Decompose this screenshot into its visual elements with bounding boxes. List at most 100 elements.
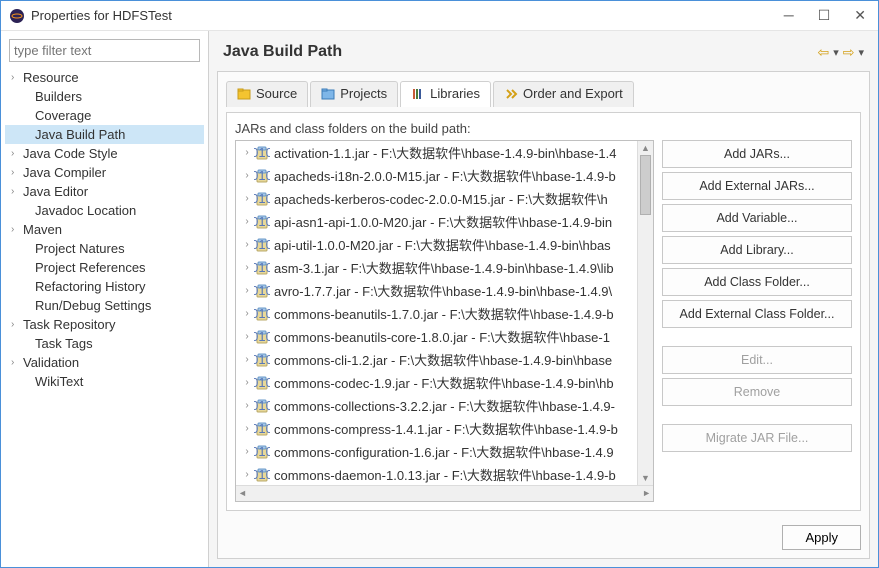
jar-entry[interactable]: ›010asm-3.1.jar - F:\大数据软件\hbase-1.4.9-b… [236, 256, 653, 279]
jar-icon: 010 [254, 238, 270, 252]
svg-text:010: 010 [254, 353, 270, 367]
jar-label: commons-beanutils-core-1.8.0.jar - F:\大数… [274, 327, 610, 346]
tree-item-project-natures[interactable]: Project Natures [5, 239, 204, 258]
jar-icon: 010 [254, 146, 270, 160]
expand-icon[interactable]: › [240, 262, 254, 273]
jar-entry[interactable]: ›010apacheds-kerberos-codec-2.0.0-M15.ja… [236, 187, 653, 210]
tree-item-wikitext[interactable]: WikiText [5, 372, 204, 391]
jar-list[interactable]: ›010activation-1.1.jar - F:\大数据软件\hbase-… [235, 140, 654, 502]
jar-icon: 010 [254, 169, 270, 183]
svg-text:010: 010 [254, 261, 270, 275]
expand-icon: › [11, 148, 23, 159]
jar-entry[interactable]: ›010commons-daemon-1.0.13.jar - F:\大数据软件… [236, 463, 653, 486]
tree-item-run-debug-settings[interactable]: Run/Debug Settings [5, 296, 204, 315]
remove-button: Remove [662, 378, 852, 406]
category-tree[interactable]: ›ResourceBuildersCoverageJava Build Path… [5, 68, 204, 561]
add-external-jars-button[interactable]: Add External JARs... [662, 172, 852, 200]
jar-icon: 010 [254, 468, 270, 482]
tree-item-coverage[interactable]: Coverage [5, 106, 204, 125]
jar-entry[interactable]: ›010commons-beanutils-1.7.0.jar - F:\大数据… [236, 302, 653, 325]
expand-icon[interactable]: › [240, 469, 254, 480]
minimize-button[interactable]: ─ [784, 7, 794, 24]
jar-entry[interactable]: ›010 commons-cli-1.2.jar - F:\大数据软件\hbase… [236, 348, 653, 371]
tree-item-java-build-path[interactable]: Java Build Path [5, 125, 204, 144]
eclipse-icon [9, 8, 25, 24]
tab-label: Source [256, 86, 297, 101]
expand-icon[interactable]: › [240, 400, 254, 411]
expand-icon[interactable]: › [240, 308, 254, 319]
tree-item-java-code-style[interactable]: ›Java Code Style [5, 144, 204, 163]
back-menu-icon[interactable]: ▾ [833, 46, 839, 59]
jar-entry[interactable]: ›010activation-1.1.jar - F:\大数据软件\hbase-… [236, 141, 653, 164]
tree-item-validation[interactable]: ›Validation [5, 353, 204, 372]
nav-arrows: ⇦▾ ⇨▾ [817, 44, 864, 61]
tree-label: Java Code Style [23, 146, 118, 161]
tree-item-java-editor[interactable]: ›Java Editor [5, 182, 204, 201]
expand-icon[interactable]: › [240, 216, 254, 227]
expand-icon[interactable]: › [240, 147, 254, 158]
expand-icon[interactable]: › [240, 354, 254, 365]
close-button[interactable]: ✕ [854, 7, 866, 24]
jar-entry[interactable]: ›010commons-collections-3.2.2.jar - F:\大… [236, 394, 653, 417]
tree-item-maven[interactable]: ›Maven [5, 220, 204, 239]
expand-icon[interactable]: › [240, 285, 254, 296]
expand-icon[interactable]: › [240, 170, 254, 181]
add-jars-button[interactable]: Add JARs... [662, 140, 852, 168]
jar-label: api-asn1-api-1.0.0-M20.jar - F:\大数据软件\hb… [274, 212, 612, 231]
tab-order-and-export[interactable]: Order and Export [493, 81, 634, 107]
expand-icon[interactable]: › [240, 423, 254, 434]
jar-icon: 010 [254, 399, 270, 413]
tree-label: Task Repository [23, 317, 115, 332]
jar-entry[interactable]: ›010commons-beanutils-core-1.8.0.jar - F… [236, 325, 653, 348]
jar-entry[interactable]: ›010commons-configuration-1.6.jar - F:\大… [236, 440, 653, 463]
maximize-button[interactable]: ☐ [818, 7, 831, 24]
jar-entry[interactable]: ›010apacheds-i18n-2.0.0-M15.jar - F:\大数据… [236, 164, 653, 187]
jar-label: commons-compress-1.4.1.jar - F:\大数据软件\hb… [274, 419, 618, 438]
tree-item-javadoc-location[interactable]: Javadoc Location [5, 201, 204, 220]
tree-item-project-references[interactable]: Project References [5, 258, 204, 277]
add-library-button[interactable]: Add Library... [662, 236, 852, 264]
tree-label: Run/Debug Settings [35, 298, 151, 313]
jar-icon: 010 [254, 215, 270, 229]
tree-label: Refactoring History [35, 279, 146, 294]
libraries-icon [411, 88, 425, 100]
apply-button[interactable]: Apply [782, 525, 861, 550]
jar-entry[interactable]: ›010commons-codec-1.9.jar - F:\大数据软件\hba… [236, 371, 653, 394]
horizontal-scrollbar[interactable] [236, 485, 653, 501]
jar-label: commons-cli-1.2.jar - F:\大数据软件\hbase-1.4… [274, 350, 612, 369]
expand-icon[interactable]: › [240, 239, 254, 250]
add-variable-button[interactable]: Add Variable... [662, 204, 852, 232]
jar-icon: 010 [254, 307, 270, 321]
jar-entry[interactable]: ›010 api-asn1-api-1.0.0-M20.jar - F:\大数据软… [236, 210, 653, 233]
expand-icon[interactable]: › [240, 193, 254, 204]
vertical-scrollbar[interactable]: ▲▼ [637, 141, 653, 485]
jar-entry[interactable]: ›010 api-util-1.0.0-M20.jar - F:\大数据软件\hb… [236, 233, 653, 256]
tree-item-refactoring-history[interactable]: Refactoring History [5, 277, 204, 296]
expand-icon[interactable]: › [240, 377, 254, 388]
tab-projects[interactable]: Projects [310, 81, 398, 107]
back-icon[interactable]: ⇦ [817, 44, 829, 61]
tab-label: Libraries [430, 86, 480, 101]
tree-item-task-tags[interactable]: Task Tags [5, 334, 204, 353]
tree-item-resource[interactable]: ›Resource [5, 68, 204, 87]
add-class-folder-button[interactable]: Add Class Folder... [662, 268, 852, 296]
tab-source[interactable]: Source [226, 81, 308, 107]
forward-menu-icon[interactable]: ▾ [858, 46, 864, 59]
forward-icon[interactable]: ⇨ [843, 44, 855, 61]
svg-text:010: 010 [254, 399, 270, 413]
svg-text:010: 010 [254, 468, 270, 482]
expand-icon[interactable]: › [240, 446, 254, 457]
tree-label: Resource [23, 70, 79, 85]
expand-icon: › [11, 224, 23, 235]
tree-item-java-compiler[interactable]: ›Java Compiler [5, 163, 204, 182]
jar-label: api-util-1.0.0-M20.jar - F:\大数据软件\hbase-… [274, 235, 611, 254]
tree-item-builders[interactable]: Builders [5, 87, 204, 106]
filter-input[interactable] [9, 39, 200, 62]
expand-icon[interactable]: › [240, 331, 254, 342]
jar-entry[interactable]: ›010commons-compress-1.4.1.jar - F:\大数据软… [236, 417, 653, 440]
tab-libraries[interactable]: Libraries [400, 81, 491, 107]
add-external-class-folder-button[interactable]: Add External Class Folder... [662, 300, 852, 328]
tree-item-task-repository[interactable]: ›Task Repository [5, 315, 204, 334]
svg-text:010: 010 [254, 284, 270, 298]
jar-entry[interactable]: ›010avro-1.7.7.jar - F:\大数据软件\hbase-1.4.… [236, 279, 653, 302]
